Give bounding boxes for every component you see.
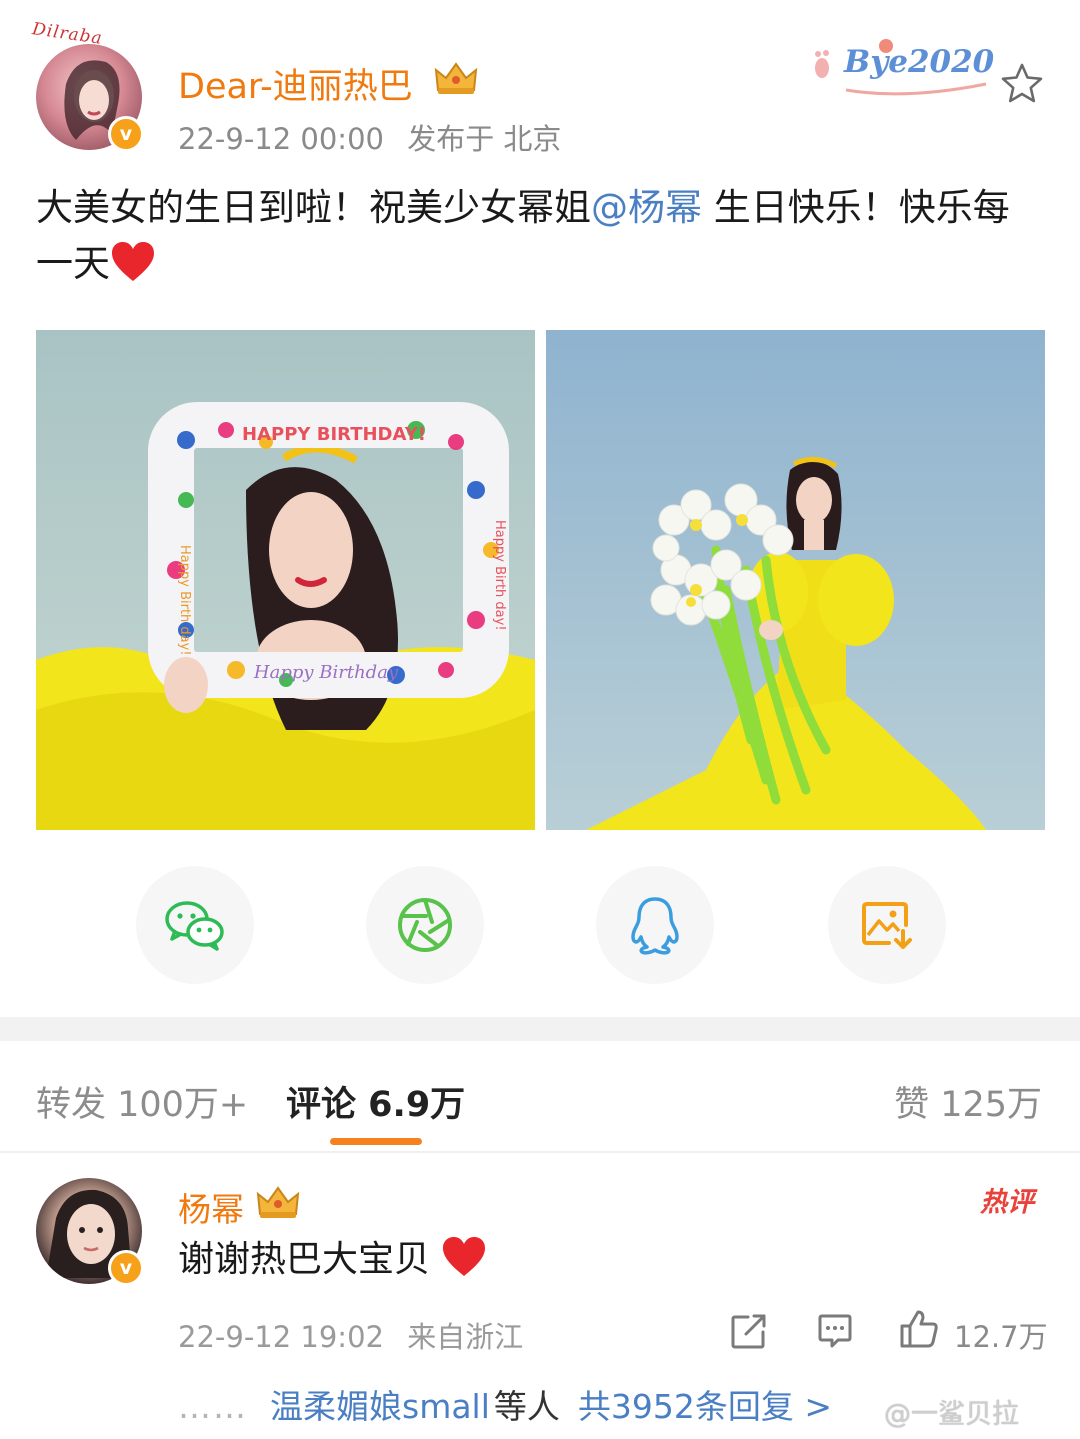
author-name[interactable]: Dear-迪丽热巴 [178, 58, 413, 109]
replies-summary[interactable]: …… 温柔媚娘small 等人 共3952条回复 > [178, 1380, 832, 1428]
tab-comment[interactable]: 评论 6.9万 [286, 1076, 465, 1127]
section-divider [0, 1017, 1080, 1041]
avatar-decoration-text: Dilraba [30, 19, 104, 49]
wechat-icon [165, 901, 224, 951]
replies-dots: …… [178, 1387, 248, 1426]
post-photo-2[interactable] [546, 330, 1045, 830]
comment-location: 来自浙江 [407, 1320, 524, 1354]
comment-text: 谢谢热巴大宝贝 [178, 1234, 487, 1286]
save-image-icon [862, 902, 912, 949]
comment-reply-icon[interactable] [816, 1312, 854, 1350]
commenter-avatar[interactable]: v [36, 1178, 144, 1286]
comment-share-icon[interactable] [730, 1312, 768, 1350]
watermark: @一鲨贝拉 [884, 1399, 1019, 1430]
tab-like[interactable]: 赞 125万 [894, 1076, 1042, 1127]
replies-suffix: 等人 [493, 1387, 560, 1426]
share-qq-button[interactable] [596, 866, 714, 984]
photo-balloon-text-bottom: Happy Birthday [253, 662, 399, 683]
mention-link[interactable]: @杨幂 [591, 186, 702, 229]
commenter-verified-badge-icon: v [108, 1250, 144, 1286]
post-photo-1[interactable]: HAPPY BIRTHDAY! Happy Birth day! Happy B… [36, 330, 535, 830]
comment-time: 22-9-12 19:02 [178, 1320, 384, 1354]
comment-like-count: 12.7万 [954, 1320, 1048, 1354]
view-replies-link[interactable]: 共3952条回复 > [578, 1387, 832, 1426]
post-text-start: 大美女的生日到啦！祝美少女幂姐 [36, 186, 591, 229]
moments-icon [398, 898, 452, 952]
tab-repost[interactable]: 转发 100万+ [36, 1076, 248, 1127]
decorative-badge: Bye2020 [806, 38, 995, 98]
crown-icon [434, 62, 478, 94]
save-image-button[interactable] [828, 866, 946, 984]
badge-text: Bye2020 [844, 44, 995, 80]
favorite-star-icon[interactable] [1000, 62, 1044, 104]
comment-meta: 22-9-12 19:02 来自浙江 [178, 1314, 523, 1356]
post-header: Dilraba v Dear-迪丽热巴 22-9-12 00:00 发布于 北京… [0, 0, 1080, 170]
share-moments-button[interactable] [366, 866, 484, 984]
post-meta: 22-9-12 00:00 发布于 北京 [178, 116, 561, 158]
qq-icon [631, 897, 679, 955]
photo-balloon-text-left: Happy Birth day! [177, 545, 192, 656]
share-wechat-button[interactable] [136, 866, 254, 984]
verified-badge-icon: v [108, 116, 144, 152]
thumbs-up-icon[interactable] [898, 1308, 940, 1350]
photo-balloon-text-top: HAPPY BIRTHDAY! [242, 424, 426, 445]
active-tab-indicator [330, 1138, 422, 1145]
post-time: 22-9-12 00:00 [178, 122, 384, 156]
post-location: 发布于 北京 [407, 122, 562, 156]
hot-comment-badge: 热评 [980, 1187, 1034, 1218]
author-avatar[interactable]: Dilraba v [31, 19, 144, 152]
comment-text-content: 谢谢热巴大宝贝 [178, 1239, 431, 1280]
replies-names[interactable]: 温柔媚娘small [270, 1387, 490, 1426]
commenter-crown-icon [256, 1186, 300, 1218]
heart-emoji-icon [112, 241, 154, 281]
tabs-divider [0, 1151, 1080, 1153]
commenter-name[interactable]: 杨幂 [178, 1183, 244, 1231]
post-body: 大美女的生日到啦！祝美少女幂姐@杨幂 生日快乐！快乐每一天 [36, 180, 1046, 292]
heart-emoji-icon [443, 1237, 486, 1276]
photo-balloon-text-right: Happy Birth day! [492, 520, 507, 631]
